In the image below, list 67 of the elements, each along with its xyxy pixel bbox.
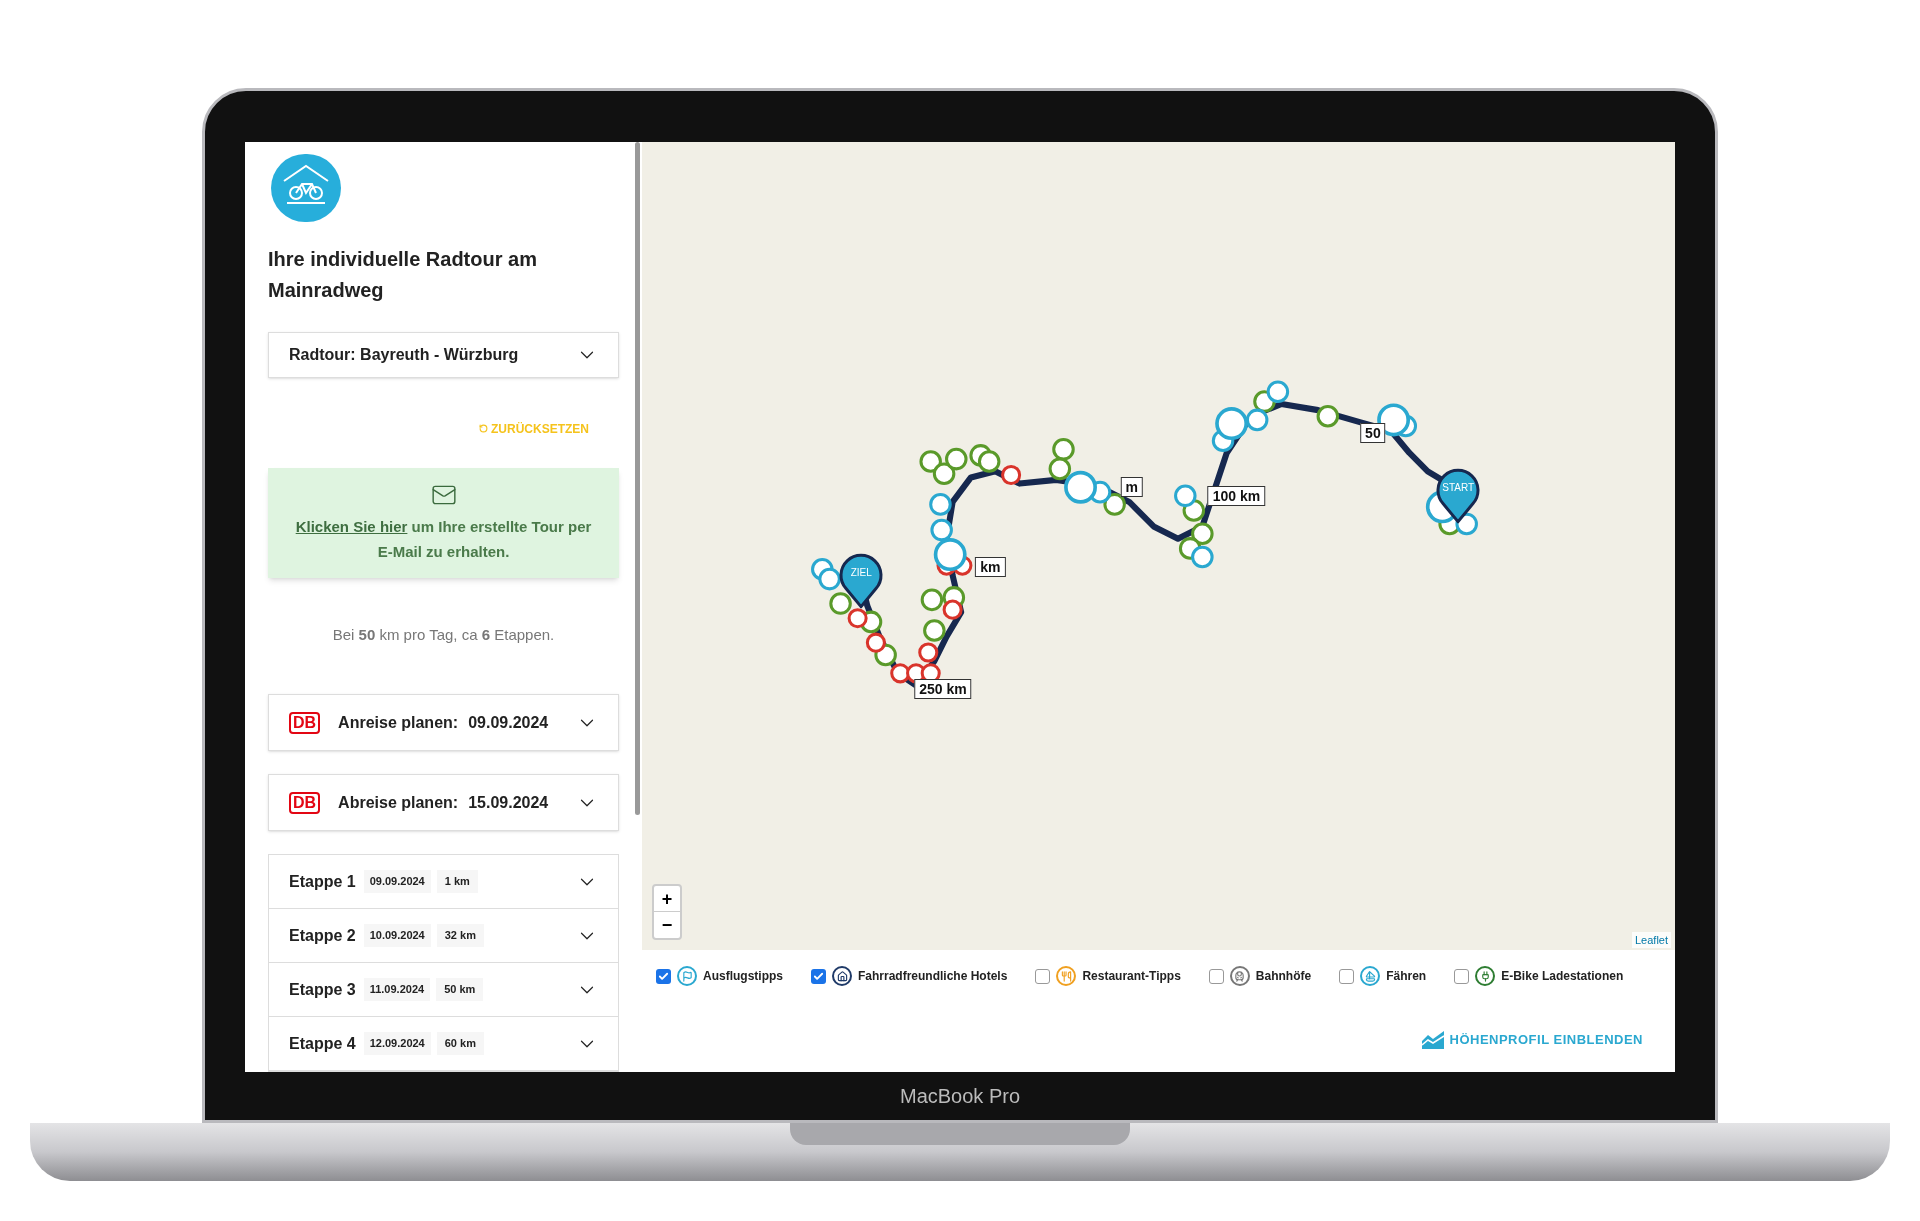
travel-date: 09.09.2024 xyxy=(468,712,549,733)
db-logo: DB xyxy=(289,791,321,814)
attribution-link[interactable]: Leaflet xyxy=(1631,931,1671,948)
legend-label: E-Bike Ladestationen xyxy=(1501,968,1624,985)
map[interactable]: 50 m 100 km km 250 km START ZIEL + − Leaflet xyxy=(642,142,1675,950)
stage-date: 09.09.2024 xyxy=(363,870,431,893)
legend-label: Ausflugstipps xyxy=(703,968,783,985)
checkbox[interactable] xyxy=(1208,968,1224,984)
scrollbar[interactable] xyxy=(635,142,640,815)
db-logo: DB xyxy=(289,711,321,734)
travel-date: 15.09.2024 xyxy=(468,792,549,813)
tour-dropdown[interactable]: Radtour: Bayreuth - Würzburg xyxy=(268,331,619,378)
legend-label: Bahnhöfe xyxy=(1255,968,1312,985)
stage-row[interactable]: Etappe 2 10.09.2024 32 km xyxy=(269,909,618,963)
legend-filter[interactable]: Fähren xyxy=(1339,966,1427,986)
tip-icon xyxy=(677,966,697,986)
charging-icon xyxy=(1475,966,1496,986)
stage-row[interactable]: Etappe 4 12.09.2024 60 km xyxy=(269,1017,618,1071)
distance-label: km xyxy=(975,556,1006,577)
hotel-icon xyxy=(832,966,852,986)
email-text: Klicken Sie hier um Ihre erstellte Tour per E-Mail zu erhalten. xyxy=(294,516,593,562)
travel-label: Anreise planen: xyxy=(338,712,459,733)
stage-date: 11.09.2024 xyxy=(363,978,431,1001)
checkbox[interactable] xyxy=(1035,968,1051,984)
legend-filter[interactable]: Restaurant-Tipps xyxy=(1035,966,1181,986)
checkbox[interactable] xyxy=(656,968,671,984)
stage-label: Etappe 3 xyxy=(289,979,356,1000)
legend-label: Fähren xyxy=(1386,968,1427,985)
legend-filter[interactable]: Fahrradfreundliche Hotels xyxy=(811,966,1008,986)
legend-filter[interactable]: E-Bike Ladestationen xyxy=(1454,966,1624,986)
distance-label: 50 xyxy=(1360,423,1386,444)
stage-date: 12.09.2024 xyxy=(363,1032,431,1055)
zoom-in-button[interactable]: + xyxy=(654,886,680,912)
legend-filter[interactable]: Bahnhöfe xyxy=(1208,966,1312,986)
tour-dropdown-value: Radtour: Bayreuth - Würzburg xyxy=(289,344,519,365)
stage-distance: 50 km xyxy=(436,978,484,1001)
legend-label: Restaurant-Tipps xyxy=(1082,968,1181,985)
stage-distance: 60 km xyxy=(436,1032,484,1055)
travel-plan-dropdown[interactable]: DB Anreise planen: 09.09.2024 xyxy=(268,694,619,751)
reset-icon xyxy=(479,424,488,433)
stage-date: 10.09.2024 xyxy=(363,924,431,947)
stage-distance: 1 km xyxy=(436,870,478,893)
station-icon xyxy=(1229,966,1250,986)
checkbox[interactable] xyxy=(811,968,826,984)
distance-label: 250 km xyxy=(914,679,972,700)
stage-row[interactable]: Etappe 3 11.09.2024 50 km xyxy=(269,963,618,1017)
stage-label: Etappe 2 xyxy=(289,925,356,946)
legend-filter[interactable]: Ausflugstipps xyxy=(656,966,783,986)
stage-label: Etappe 4 xyxy=(289,1033,356,1054)
checkbox[interactable] xyxy=(1339,968,1355,984)
restaurant-icon xyxy=(1056,966,1077,986)
distance-label: m xyxy=(1120,477,1143,498)
elevation-chart-icon xyxy=(1421,1030,1444,1049)
stage-distance: 32 km xyxy=(436,924,484,947)
page-title: Ihre individuelle Radtour am Mainradweg xyxy=(268,246,538,303)
legend-label: Fahrradfreundliche Hotels xyxy=(858,968,1008,985)
ferry-icon xyxy=(1360,966,1381,986)
stage-row[interactable]: Etappe 1 09.09.2024 1 km xyxy=(269,855,618,909)
zoom-out-button[interactable]: − xyxy=(654,912,680,938)
checkbox[interactable] xyxy=(1454,968,1470,984)
travel-label: Abreise planen: xyxy=(338,792,459,813)
travel-plan-dropdown[interactable]: DB Abreise planen: 15.09.2024 xyxy=(268,774,619,831)
distance-label: 100 km xyxy=(1207,485,1266,506)
summary-text: Bei 50 km pro Tag, ca 6 Etappen. xyxy=(331,624,556,645)
email-link[interactable]: Klicken Sie hier xyxy=(295,517,408,535)
device-label: MacBook Pro xyxy=(899,1084,1021,1109)
stage-label: Etappe 1 xyxy=(289,871,356,892)
